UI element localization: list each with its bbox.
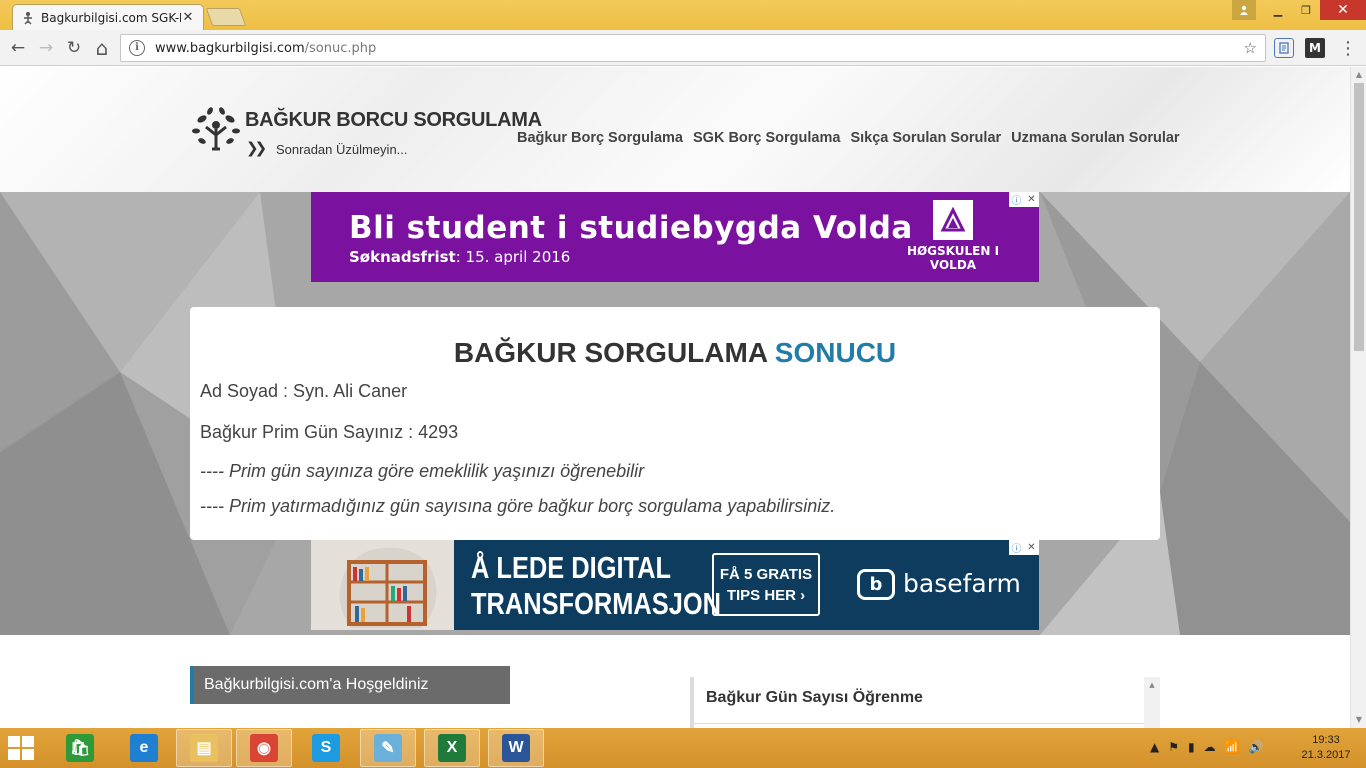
ad-info-icon[interactable]: ⓘ xyxy=(1009,540,1024,555)
ad-close-icon[interactable]: ✕ xyxy=(1024,192,1039,207)
close-window-button[interactable]: ✕ xyxy=(1320,0,1366,20)
ad-cta-button[interactable]: FÅ 5 GRATIS TIPS HER › xyxy=(712,553,820,616)
ad-headline: Å LEDE DIGITAL TRANSFORMASJON xyxy=(471,550,721,621)
browser-toolbar: ← → ↻ ⌂ i www.bagkurbilgisi.com/sonuc.ph… xyxy=(0,30,1366,66)
url-path: /sonuc.php xyxy=(304,40,377,56)
tray-expand-icon[interactable]: ▲ xyxy=(1150,740,1159,754)
ad-choices[interactable]: ⓘ ✕ xyxy=(1009,192,1039,207)
site-logo[interactable]: BAĞKUR BORCU SORGULAMA ❯❯ Sonradan Üzülm… xyxy=(190,105,542,161)
clock-date: 21.3.2017 xyxy=(1301,749,1351,761)
welcome-heading: Bağkurbilgisi.com'a Hoşgeldiniz xyxy=(190,666,510,704)
logo-tree-icon xyxy=(192,107,240,151)
nav-uzmana-sorulan-sorular[interactable]: Uzmana Sorulan Sorular xyxy=(1011,130,1179,146)
site-header: BAĞKUR BORCU SORGULAMA ❯❯ Sonradan Üzülm… xyxy=(0,67,1350,192)
home-icon[interactable]: ⌂ xyxy=(90,36,114,60)
nav-sikca-sorulan-sorular[interactable]: Sıkça Sorulan Sorular xyxy=(850,130,1001,146)
user-profile-icon[interactable] xyxy=(1232,0,1256,20)
taskbar-skype-icon[interactable]: S xyxy=(298,729,354,767)
window-controls: ▁ ❐ ✕ xyxy=(1232,0,1366,20)
side-panel-title[interactable]: Bağkur Gün Sayısı Öğrenme xyxy=(706,689,923,707)
side-panel-scrollbar[interactable]: ▲ xyxy=(1144,677,1160,728)
page-scrollbar[interactable]: ▲ ▼ xyxy=(1350,67,1366,728)
scroll-down-icon[interactable]: ▼ xyxy=(1351,712,1366,728)
nav-bagkur-borc-sorgulama[interactable]: Bağkur Borç Sorgulama xyxy=(517,130,683,146)
restore-button[interactable]: ❐ xyxy=(1292,0,1320,20)
browser-titlebar: Bagkurbilgisi.com SGK-B ✕ ▁ ❐ ✕ xyxy=(0,0,1366,30)
forward-icon[interactable]: → xyxy=(34,36,58,60)
ad-headline: Bli student i studiebygda Volda xyxy=(349,210,913,246)
ad-bookshelf-image xyxy=(311,540,454,630)
minimize-button[interactable]: ▁ xyxy=(1264,0,1292,20)
clock-time: 19:33 xyxy=(1312,734,1340,746)
reload-icon[interactable]: ↻ xyxy=(62,36,86,60)
ad-close-icon[interactable]: ✕ xyxy=(1024,540,1039,555)
ad-banner-volda[interactable]: Bli student i studiebygda Volda Søknadsf… xyxy=(311,192,1039,282)
taskbar-chrome-icon[interactable]: ◉ xyxy=(236,729,292,767)
logo-tagline: Sonradan Üzülmeyin... xyxy=(276,142,408,157)
windows-taskbar: 🛍 e ▤ ◉ S ✎ X W ▲ ⚑ ▮ ☁ 📶 🔊 19:33 21.3.2… xyxy=(0,728,1366,768)
result-title: BAĞKUR SORGULAMA SONUCU xyxy=(453,337,897,368)
side-panel: Bağkur Gün Sayısı Öğrenme ▲ xyxy=(690,677,1160,728)
address-bar[interactable]: i www.bagkurbilgisi.com/sonuc.php ☆ xyxy=(120,34,1266,62)
m-extension-icon[interactable]: M xyxy=(1305,38,1325,58)
tray-battery-icon[interactable]: ▮ xyxy=(1188,740,1195,754)
cut-off-text: ▁▁▁▁▁▁▁▁▁▁▁▁▁▁▁▁▁▁▁▁▁▁▁▁▁▁ xyxy=(190,719,522,728)
tray-volume-icon[interactable]: 🔊 xyxy=(1249,740,1264,754)
taskbar-explorer-icon[interactable]: ▤ xyxy=(176,729,232,767)
back-icon[interactable]: ← xyxy=(6,36,30,60)
volda-logo-icon xyxy=(933,200,973,240)
tab-title: Bagkurbilgisi.com SGK-B xyxy=(41,10,181,25)
page-viewport: BAĞKUR BORCU SORGULAMA ❯❯ Sonradan Üzülm… xyxy=(0,67,1350,728)
side-divider xyxy=(694,723,1144,724)
info-line-retirement: ---- Prim gün sayınıza göre emeklilik ya… xyxy=(200,461,645,481)
taskbar-clock[interactable]: 19:33 21.3.2017 xyxy=(1296,733,1356,763)
ad-brand-name: basefarm xyxy=(903,569,1021,598)
result-card: BAĞKUR SORGULAMA SONUCU Ad Soyad : Syn. … xyxy=(190,307,1160,540)
chrome-menu-icon[interactable]: ⋮ xyxy=(1338,38,1358,59)
main-navigation: Bağkur Borç Sorgulama SGK Borç Sorgulama… xyxy=(517,130,1180,146)
result-title-accent: SONUCU xyxy=(774,337,897,368)
taskbar-word-icon[interactable]: W xyxy=(488,729,544,767)
ad-banner-basefarm[interactable]: Å LEDE DIGITAL TRANSFORMASJON FÅ 5 GRATI… xyxy=(311,540,1039,630)
taskbar-excel-icon[interactable]: X xyxy=(424,729,480,767)
url-host: www.bagkurbilgisi.com xyxy=(155,40,305,56)
ad-info-icon[interactable]: ⓘ xyxy=(1009,192,1024,207)
chevrons-icon: ❯❯ xyxy=(246,139,267,157)
info-line-debt: ---- Prim yatırmadığınız gün sayısına gö… xyxy=(200,496,836,516)
ad-brand-name: HØGSKULEN I VOLDA xyxy=(906,244,1000,272)
logo-title: BAĞKUR BORCU SORGULAMA xyxy=(245,109,542,131)
bookmark-star-icon[interactable]: ☆ xyxy=(1244,39,1257,57)
tray-onedrive-icon[interactable]: ☁ xyxy=(1204,740,1216,754)
taskbar-store-icon[interactable]: 🛍 xyxy=(52,729,108,767)
browser-tab[interactable]: Bagkurbilgisi.com SGK-B ✕ xyxy=(12,4,204,30)
tray-action-center-icon[interactable]: ⚑ xyxy=(1168,740,1179,754)
basefarm-logo-icon: b xyxy=(857,569,895,600)
new-tab-button[interactable] xyxy=(205,8,247,26)
ad-subline: Søknadsfrist: 15. april 2016 xyxy=(349,248,571,266)
ad-choices[interactable]: ⓘ ✕ xyxy=(1009,540,1039,555)
nav-sgk-borc-sorgulama[interactable]: SGK Borç Sorgulama xyxy=(693,130,840,146)
system-tray: ▲ ⚑ ▮ ☁ 📶 🔊 xyxy=(1150,740,1264,754)
taskbar-notepad-icon[interactable]: ✎ xyxy=(360,729,416,767)
extension-icon[interactable] xyxy=(1274,38,1294,58)
site-favicon-icon xyxy=(21,11,35,25)
tray-network-icon[interactable]: 📶 xyxy=(1225,740,1240,754)
scrollbar-thumb[interactable] xyxy=(1354,83,1364,351)
prim-day-line: Bağkur Prim Gün Sayınız : 4293 xyxy=(200,422,459,442)
start-button[interactable] xyxy=(8,736,34,760)
scroll-up-icon[interactable]: ▲ xyxy=(1351,67,1366,83)
taskbar-ie-icon[interactable]: e xyxy=(116,729,172,767)
name-line: Ad Soyad : Syn. Ali Caner xyxy=(200,381,408,401)
site-info-icon[interactable]: i xyxy=(129,40,145,56)
tab-close-icon[interactable]: ✕ xyxy=(181,10,195,25)
